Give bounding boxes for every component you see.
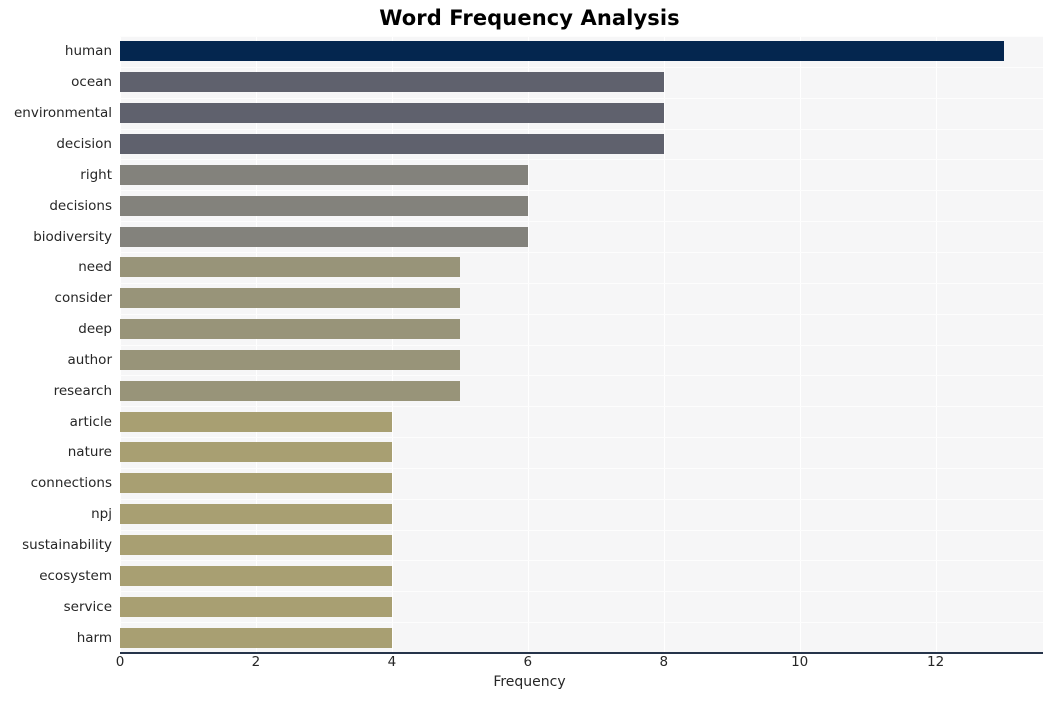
x-tick-label-12: 12 bbox=[927, 654, 945, 670]
gridline-horizontal bbox=[120, 437, 1043, 439]
bar-ocean bbox=[120, 72, 664, 93]
bar-biodiversity bbox=[120, 226, 528, 247]
gridline-horizontal bbox=[120, 467, 1043, 469]
bar-article bbox=[120, 411, 392, 432]
plot-area bbox=[120, 36, 1043, 653]
y-tick-label-deep: deep bbox=[78, 321, 112, 338]
gridline-horizontal bbox=[120, 344, 1043, 346]
gridline-horizontal bbox=[120, 591, 1043, 593]
bar-author bbox=[120, 349, 460, 370]
y-tick-label-consider: consider bbox=[54, 290, 112, 307]
x-tick-label-4: 4 bbox=[387, 654, 397, 670]
bar-research bbox=[120, 380, 460, 401]
y-tick-label-right: right bbox=[80, 166, 112, 183]
y-tick-label-biodiversity: biodiversity bbox=[33, 228, 112, 245]
gridline-horizontal bbox=[120, 313, 1043, 315]
gridline-horizontal bbox=[120, 282, 1043, 284]
y-tick-label-npj: npj bbox=[91, 506, 112, 523]
gridline-horizontal bbox=[120, 128, 1043, 130]
bar-nature bbox=[120, 442, 392, 463]
x-tick-label-2: 2 bbox=[251, 654, 261, 670]
bar-right bbox=[120, 164, 528, 185]
y-tick-label-sustainability: sustainability bbox=[22, 537, 112, 554]
gridline-horizontal bbox=[120, 97, 1043, 99]
bar-environmental bbox=[120, 103, 664, 124]
y-tick-label-harm: harm bbox=[76, 629, 112, 646]
y-tick-label-decisions: decisions bbox=[49, 197, 112, 214]
y-tick-label-research: research bbox=[53, 382, 112, 399]
gridline-horizontal bbox=[120, 375, 1043, 377]
y-tick-label-nature: nature bbox=[67, 444, 112, 461]
y-tick-label-connections: connections bbox=[30, 475, 112, 492]
bar-human bbox=[120, 41, 1004, 62]
x-axis-label: Frequency bbox=[493, 674, 566, 690]
gridline-horizontal bbox=[120, 406, 1043, 408]
x-tick-label-6: 6 bbox=[523, 654, 533, 670]
bar-service bbox=[120, 596, 392, 617]
y-tick-label-ocean: ocean bbox=[71, 74, 112, 91]
gridline-horizontal bbox=[120, 529, 1043, 531]
gridline-horizontal bbox=[120, 221, 1043, 223]
x-tick-label-10: 10 bbox=[791, 654, 809, 670]
gridline-horizontal bbox=[120, 159, 1043, 161]
bar-consider bbox=[120, 288, 460, 309]
x-tick-label-8: 8 bbox=[659, 654, 669, 670]
gridline-horizontal bbox=[120, 66, 1043, 68]
gridline-horizontal bbox=[120, 190, 1043, 192]
gridline-horizontal bbox=[120, 498, 1043, 500]
y-tick-label-ecosystem: ecosystem bbox=[39, 567, 112, 584]
bar-sustainability bbox=[120, 535, 392, 556]
y-tick-label-decision: decision bbox=[56, 135, 112, 152]
gridline-horizontal bbox=[120, 36, 1043, 37]
y-tick-label-service: service bbox=[63, 598, 112, 615]
bar-decisions bbox=[120, 195, 528, 216]
y-tick-label-human: human bbox=[64, 43, 112, 60]
chart-figure: Word Frequency Analysis human ocean enviro… bbox=[0, 0, 1059, 701]
bar-harm bbox=[120, 627, 392, 648]
y-axis-tick-labels: human ocean environmental decision right deci… bbox=[0, 0, 112, 701]
bar-npj bbox=[120, 504, 392, 525]
y-tick-label-article: article bbox=[69, 413, 112, 430]
y-tick-label-need: need bbox=[78, 259, 112, 276]
bar-need bbox=[120, 257, 460, 278]
gridline-horizontal bbox=[120, 560, 1043, 562]
y-tick-label-author: author bbox=[67, 351, 113, 368]
y-tick-label-environmental: environmental bbox=[13, 105, 112, 122]
gridline-horizontal bbox=[120, 251, 1043, 253]
bar-connections bbox=[120, 473, 392, 494]
x-tick-label-0: 0 bbox=[115, 654, 125, 670]
bar-deep bbox=[120, 319, 460, 340]
chart-title: Word Frequency Analysis bbox=[379, 6, 680, 30]
bar-decision bbox=[120, 133, 664, 154]
gridline-horizontal bbox=[120, 622, 1043, 624]
bar-ecosystem bbox=[120, 565, 392, 586]
